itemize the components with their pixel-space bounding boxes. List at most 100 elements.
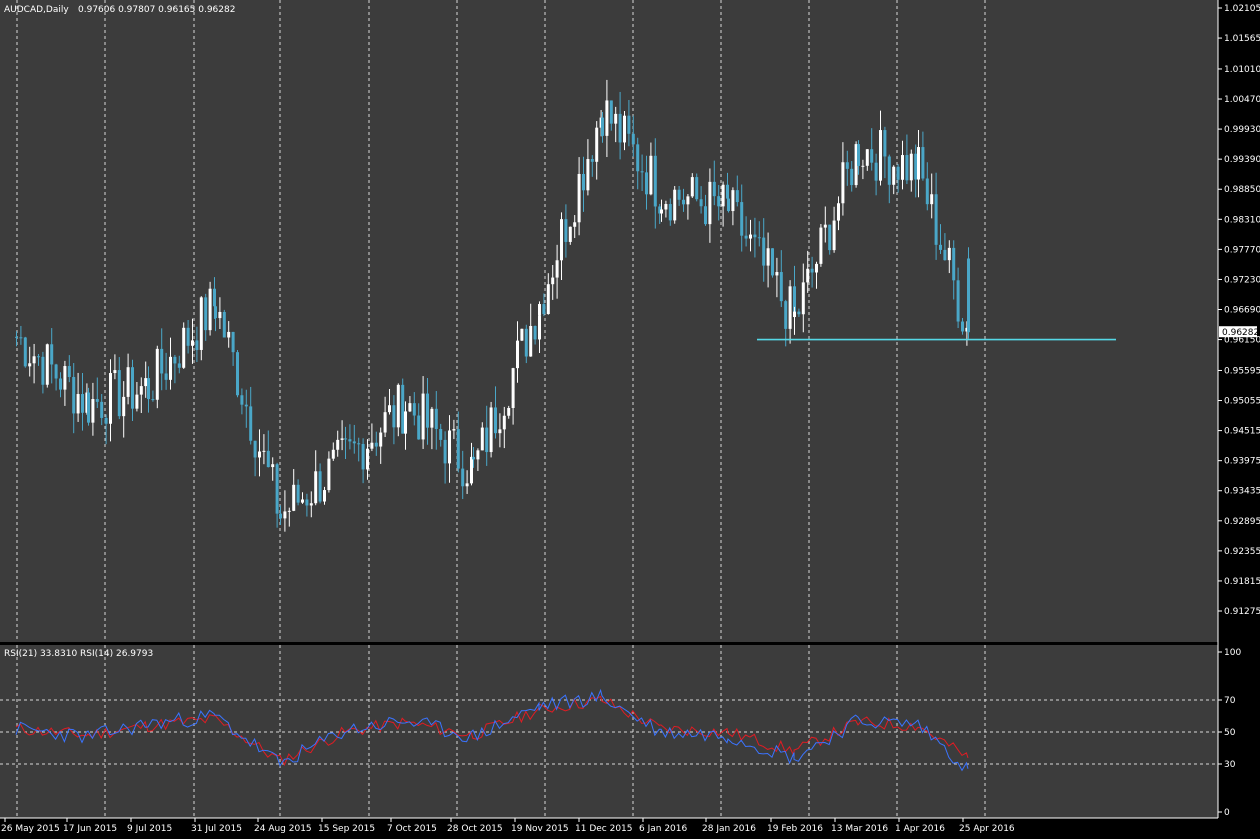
- candle-body: [731, 190, 735, 212]
- price-axis[interactable]: 1.02105 1.01565 1.01010 1.00470 0.99930 0.993…: [1218, 4, 1260, 617]
- date-label-13: 13 Mar 2016: [831, 824, 888, 834]
- candle-body: [883, 130, 887, 157]
- price-label-14: 0.94515: [1224, 427, 1260, 437]
- candle-body: [516, 340, 519, 369]
- candle-body: [668, 204, 672, 221]
- price-label-20: 0.91275: [1224, 607, 1260, 617]
- candle-body: [865, 149, 869, 166]
- candle-body: [546, 284, 550, 315]
- candle-body: [275, 464, 279, 514]
- candle-body: [801, 282, 805, 315]
- candle-body: [582, 173, 585, 191]
- candle-body: [314, 471, 318, 504]
- candle-body: [287, 510, 291, 512]
- date-label-15: 25 Apr 2016: [959, 824, 1015, 834]
- candle-body: [921, 147, 925, 179]
- candle-body: [348, 439, 352, 442]
- candle-body: [601, 117, 604, 136]
- candle-body: [208, 288, 212, 331]
- candle-body: [87, 392, 90, 423]
- candle-body: [147, 378, 150, 400]
- candle-body: [144, 378, 148, 387]
- candle-body: [249, 406, 253, 441]
- candle-body: [507, 407, 511, 416]
- candle-body: [699, 199, 703, 207]
- candle-body: [95, 399, 99, 402]
- price-label-4: 0.99930: [1224, 125, 1260, 135]
- candle-body: [309, 503, 313, 506]
- candle-body: [253, 440, 257, 458]
- candle-body: [590, 159, 594, 162]
- candle-body: [396, 384, 400, 428]
- candle-body: [577, 173, 581, 223]
- candle-body: [887, 156, 891, 185]
- price-label-18: 0.92355: [1224, 547, 1260, 557]
- candle-body: [404, 411, 407, 434]
- candle-body: [511, 368, 515, 408]
- ohlc-label: 0.97606 0.97807 0.96165 0.96282: [78, 5, 235, 15]
- date-label-3: 31 Jul 2015: [191, 824, 242, 834]
- pane-separator[interactable]: [0, 642, 1260, 645]
- date-label-8: 19 Nov 2015: [511, 824, 569, 834]
- price-label-12: 0.95595: [1224, 366, 1260, 376]
- candle-body: [50, 344, 54, 365]
- rsi-title: RSI(21) 33.8310 RSI(14) 26.9793: [4, 649, 153, 659]
- candle-body: [727, 198, 730, 212]
- candle-body: [301, 499, 304, 503]
- candle-body: [109, 373, 112, 424]
- candle-body: [721, 184, 725, 207]
- candle-body: [76, 394, 80, 414]
- candle-body: [480, 427, 484, 451]
- candle-body: [430, 408, 434, 428]
- candle-body: [793, 311, 796, 318]
- candle-body: [465, 483, 469, 487]
- candle-body: [695, 177, 699, 200]
- candle-body: [331, 449, 335, 459]
- candle-body: [470, 456, 473, 484]
- candle-body: [81, 394, 84, 413]
- candle-body: [879, 130, 882, 181]
- candle-body: [244, 404, 248, 407]
- candle-body: [660, 209, 663, 214]
- candle-body: [605, 100, 609, 136]
- price-label-13: 0.95055: [1224, 397, 1260, 407]
- candle-body: [947, 247, 951, 261]
- candle-body: [832, 220, 836, 251]
- price-label-17: 0.92895: [1224, 517, 1260, 527]
- candle-body: [631, 133, 635, 145]
- candle-body: [160, 348, 164, 374]
- candle-body: [740, 202, 744, 236]
- candle-body: [379, 432, 383, 447]
- candle-body: [744, 235, 748, 239]
- candle-body: [357, 443, 361, 445]
- candle-body: [173, 356, 177, 364]
- candle-body: [323, 490, 326, 502]
- candle-body: [568, 226, 572, 242]
- candle-body: [283, 511, 287, 519]
- candle-body: [797, 311, 801, 315]
- candle-body: [340, 438, 344, 440]
- price-pane[interactable]: [0, 0, 1218, 642]
- candle-body: [100, 401, 104, 418]
- candle-body: [943, 249, 947, 261]
- date-label-10: 6 Jan 2016: [639, 824, 687, 834]
- candle-body: [892, 166, 896, 185]
- symbol-label: AUDCAD,Daily: [4, 5, 69, 15]
- candle-body: [956, 280, 960, 322]
- candle-body: [204, 297, 208, 331]
- candle-body: [336, 439, 340, 450]
- candle-body: [344, 438, 347, 440]
- candle-body: [614, 113, 618, 124]
- price-label-1: 1.01565: [1224, 34, 1260, 44]
- date-label-11: 28 Jan 2016: [702, 824, 756, 834]
- price-label-5: 0.99390: [1224, 155, 1260, 165]
- candle-body: [104, 417, 108, 424]
- price-label-2: 1.01010: [1224, 65, 1260, 75]
- candle-body: [392, 405, 396, 428]
- date-axis[interactable]: 26 May 2015 17 Jun 2015 9 Jul 2015 31 Jul 2…: [1, 818, 1015, 834]
- candle-body: [426, 393, 429, 428]
- candle-body: [236, 352, 239, 396]
- price-label-7: 0.98310: [1224, 215, 1260, 225]
- candle-body: [434, 408, 438, 429]
- candle-body: [63, 366, 67, 390]
